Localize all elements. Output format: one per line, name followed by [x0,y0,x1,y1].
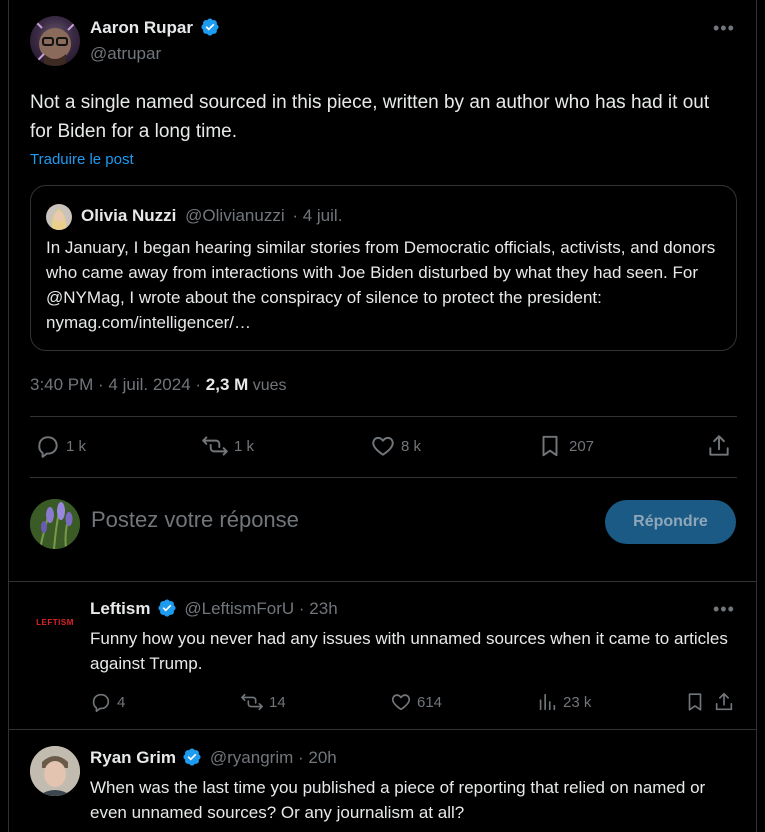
author-name-row[interactable]: Aaron Rupar [90,18,220,38]
conversation-column: Aaron Rupar @atrupar ••• Not a single na… [8,0,757,832]
reply-author-row[interactable]: Leftism @LeftismForU · 23h [90,599,338,619]
like-action[interactable]: 614 [390,691,442,713]
divider [9,581,756,582]
tweet-timestamp[interactable]: 3:40 PM · 4 juil. 2024 · [30,375,206,394]
divider [30,416,737,417]
like-count: 614 [417,693,443,711]
bookmark-button[interactable] [684,691,706,718]
reply-submit-label: Répondre [633,513,708,530]
verified-badge-icon [201,18,219,36]
author-name[interactable]: Aaron Rupar [90,18,193,37]
quoted-author-row: Olivia Nuzzi @Olivianuzzi · 4 juil. [81,206,342,226]
repost-count: 1 k [234,437,255,455]
divider [30,477,737,478]
reply-count: 4 [117,693,126,711]
verified-badge-icon [183,748,201,766]
views-action[interactable]: 23 k [536,691,591,713]
quoted-tweet-text: In January, I began hearing similar stor… [46,238,716,332]
repost-count: 14 [269,693,286,711]
quoted-author-handle: @Olivianuzzi [185,206,285,225]
heart-icon [372,436,394,456]
reply-author-avatar[interactable] [30,746,80,796]
translate-post-link[interactable]: Traduire le post [30,151,134,168]
reply-text: Funny how you never had any issues with … [90,629,728,673]
reply-icon [92,693,110,712]
share-button[interactable] [706,433,732,464]
author-handle[interactable]: @atrupar [90,44,161,64]
reply-author-handle[interactable]: @ryangrim · 20h [210,748,337,767]
divider [9,729,756,730]
quoted-author-name: Olivia Nuzzi [81,206,177,225]
tweet-meta: 3:40 PM · 4 juil. 2024 · 2,3 M vues [30,375,287,395]
leftism-logo: LEFTISM [36,617,74,627]
bookmark-count: 207 [569,437,595,455]
reply-author-avatar[interactable]: LEFTISM [30,597,80,647]
more-options-icon[interactable]: ••• [713,18,735,39]
user-avatar[interactable] [30,499,80,549]
author-avatar[interactable] [30,16,80,66]
bookmark-action[interactable]: 207 [537,433,594,459]
reply-author-row[interactable]: Ryan Grim @ryangrim · 20h [90,748,337,768]
bookmark-icon [688,693,702,711]
quoted-author-avatar [46,204,72,230]
reply-count: 1 k [66,437,87,455]
reply-action[interactable]: 4 [90,691,125,713]
reply-icon [38,436,58,458]
views-count: 2,3 M [205,375,249,394]
reply-submit-button[interactable]: Répondre [605,500,736,544]
repost-action[interactable]: 14 [240,691,286,713]
analytics-icon [539,693,556,711]
views-count: 23 k [563,693,592,711]
bookmark-icon [542,435,558,457]
like-count: 8 k [401,437,422,455]
share-icon [709,435,729,456]
repost-icon [202,436,228,456]
reply-action[interactable]: 1 k [35,433,86,459]
verified-badge-icon [158,599,176,617]
reply-author-handle[interactable]: @LeftismForU · 23h [184,599,337,618]
tweet-text: Not a single named sourced in this piece… [30,92,710,142]
quoted-date: · 4 juil. [292,206,343,225]
share-icon [715,692,733,711]
reply-author-name[interactable]: Ryan Grim [90,748,176,767]
quoted-tweet-card[interactable]: Olivia Nuzzi @Olivianuzzi · 4 juil. In J… [30,185,737,351]
reply-author-name[interactable]: Leftism [90,599,150,618]
reply-text: When was the last time you published a p… [90,778,706,822]
like-action[interactable]: 8 k [370,433,421,459]
heart-icon [391,694,411,711]
repost-action[interactable]: 1 k [201,433,254,459]
views-label: vues [248,377,287,394]
reply-input[interactable]: Postez votre réponse [91,507,299,533]
more-options-icon[interactable]: ••• [713,599,735,620]
share-button[interactable] [713,691,735,718]
repost-icon [241,693,263,711]
